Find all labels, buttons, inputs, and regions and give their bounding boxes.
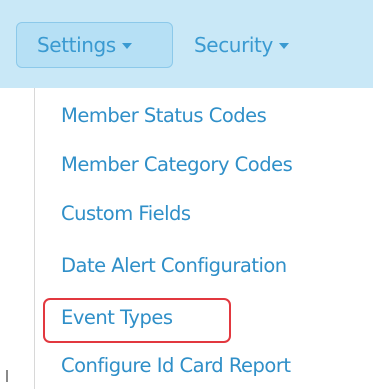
caret-down-icon xyxy=(278,43,289,49)
menu-item-date-alert-configuration[interactable]: Date Alert Configuration xyxy=(61,254,287,278)
edge-mark xyxy=(6,370,8,382)
security-menu-label: Security xyxy=(194,33,273,57)
menu-item-member-status-codes[interactable]: Member Status Codes xyxy=(61,104,267,128)
menu-item-configure-id-card-report[interactable]: Configure Id Card Report xyxy=(61,354,291,378)
menu-item-member-category-codes[interactable]: Member Category Codes xyxy=(61,153,293,177)
menu-item-custom-fields[interactable]: Custom Fields xyxy=(61,202,191,226)
settings-menu-label: Settings xyxy=(37,33,116,57)
settings-dropdown-menu: Member Status Codes Member Category Code… xyxy=(34,88,373,389)
caret-down-icon xyxy=(121,43,132,49)
security-menu-button[interactable]: Security xyxy=(194,22,289,68)
top-navbar: Settings Security xyxy=(0,0,373,88)
settings-screen: Settings Security Member Status Codes Me… xyxy=(0,0,373,389)
event-types-highlight-box xyxy=(43,298,231,343)
settings-menu-button[interactable]: Settings xyxy=(16,22,173,68)
